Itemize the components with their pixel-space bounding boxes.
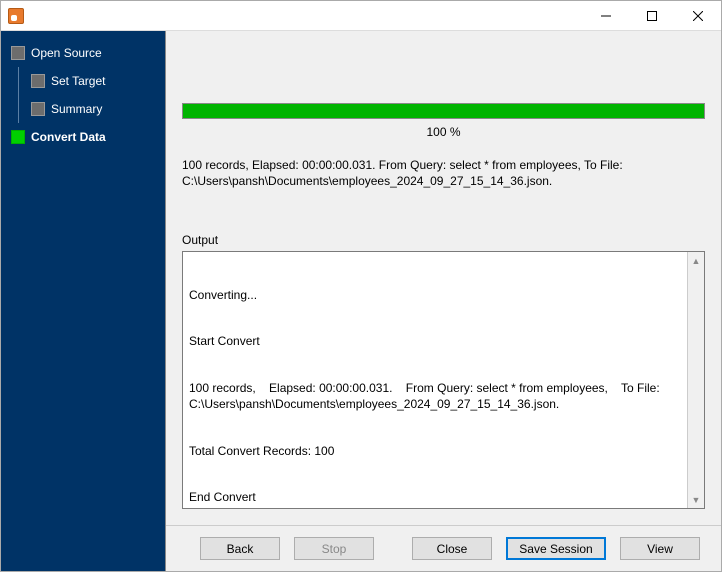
output-line: Total Convert Records: 100 xyxy=(189,444,698,460)
step-box-icon xyxy=(11,46,25,60)
output-line: Converting... xyxy=(189,288,698,304)
step-label: Summary xyxy=(51,102,102,116)
step-label: Open Source xyxy=(31,46,102,60)
app-icon xyxy=(8,8,24,24)
step-label: Convert Data xyxy=(31,130,106,144)
output-line: 100 records, Elapsed: 00:00:00.031. From… xyxy=(189,381,698,412)
view-button[interactable]: View xyxy=(620,537,700,560)
minimize-button[interactable] xyxy=(583,1,629,30)
step-set-target[interactable]: Set Target xyxy=(1,67,165,95)
tree-line xyxy=(18,67,19,95)
conversion-summary: 100 records, Elapsed: 00:00:00.031. From… xyxy=(182,157,705,189)
minimize-icon xyxy=(601,11,611,21)
step-summary[interactable]: Summary xyxy=(1,95,165,123)
scroll-up-icon[interactable]: ▲ xyxy=(688,252,704,269)
wizard-sidebar: Open Source Set Target Summary Convert D… xyxy=(1,31,165,571)
step-box-icon xyxy=(31,102,45,116)
scroll-down-icon[interactable]: ▼ xyxy=(688,491,704,508)
output-line: Start Convert xyxy=(189,334,698,350)
progress-percent-label: 100 % xyxy=(182,125,705,139)
maximize-button[interactable] xyxy=(629,1,675,30)
maximize-icon xyxy=(647,11,657,21)
step-open-source[interactable]: Open Source xyxy=(1,39,165,67)
step-box-icon xyxy=(11,130,25,144)
close-button[interactable]: Close xyxy=(412,537,492,560)
titlebar xyxy=(1,1,721,31)
progress-fill xyxy=(183,104,704,118)
back-button[interactable]: Back xyxy=(200,537,280,560)
step-label: Set Target xyxy=(51,74,105,88)
tree-line xyxy=(18,95,19,123)
output-line: End Convert xyxy=(189,490,698,506)
save-session-button[interactable]: Save Session xyxy=(506,537,606,560)
progress-bar xyxy=(182,103,705,119)
progress-section: 100 % xyxy=(182,103,705,139)
summary-line: C:\Users\pansh\Documents\employees_2024_… xyxy=(182,173,705,189)
window-controls xyxy=(583,1,721,30)
output-scrollbar[interactable]: ▲ ▼ xyxy=(687,252,704,508)
close-window-button[interactable] xyxy=(675,1,721,30)
wizard-footer: Back Stop Close Save Session View xyxy=(166,525,721,571)
stop-button[interactable]: Stop xyxy=(294,537,374,560)
output-label: Output xyxy=(182,233,705,247)
step-convert-data[interactable]: Convert Data xyxy=(1,123,165,151)
output-text: Converting... Start Convert 100 records,… xyxy=(183,252,704,509)
output-log[interactable]: Converting... Start Convert 100 records,… xyxy=(182,251,705,509)
step-box-icon xyxy=(31,74,45,88)
close-icon xyxy=(693,11,703,21)
main-panel: 100 % 100 records, Elapsed: 00:00:00.031… xyxy=(165,31,721,571)
summary-line: 100 records, Elapsed: 00:00:00.031. From… xyxy=(182,157,705,173)
